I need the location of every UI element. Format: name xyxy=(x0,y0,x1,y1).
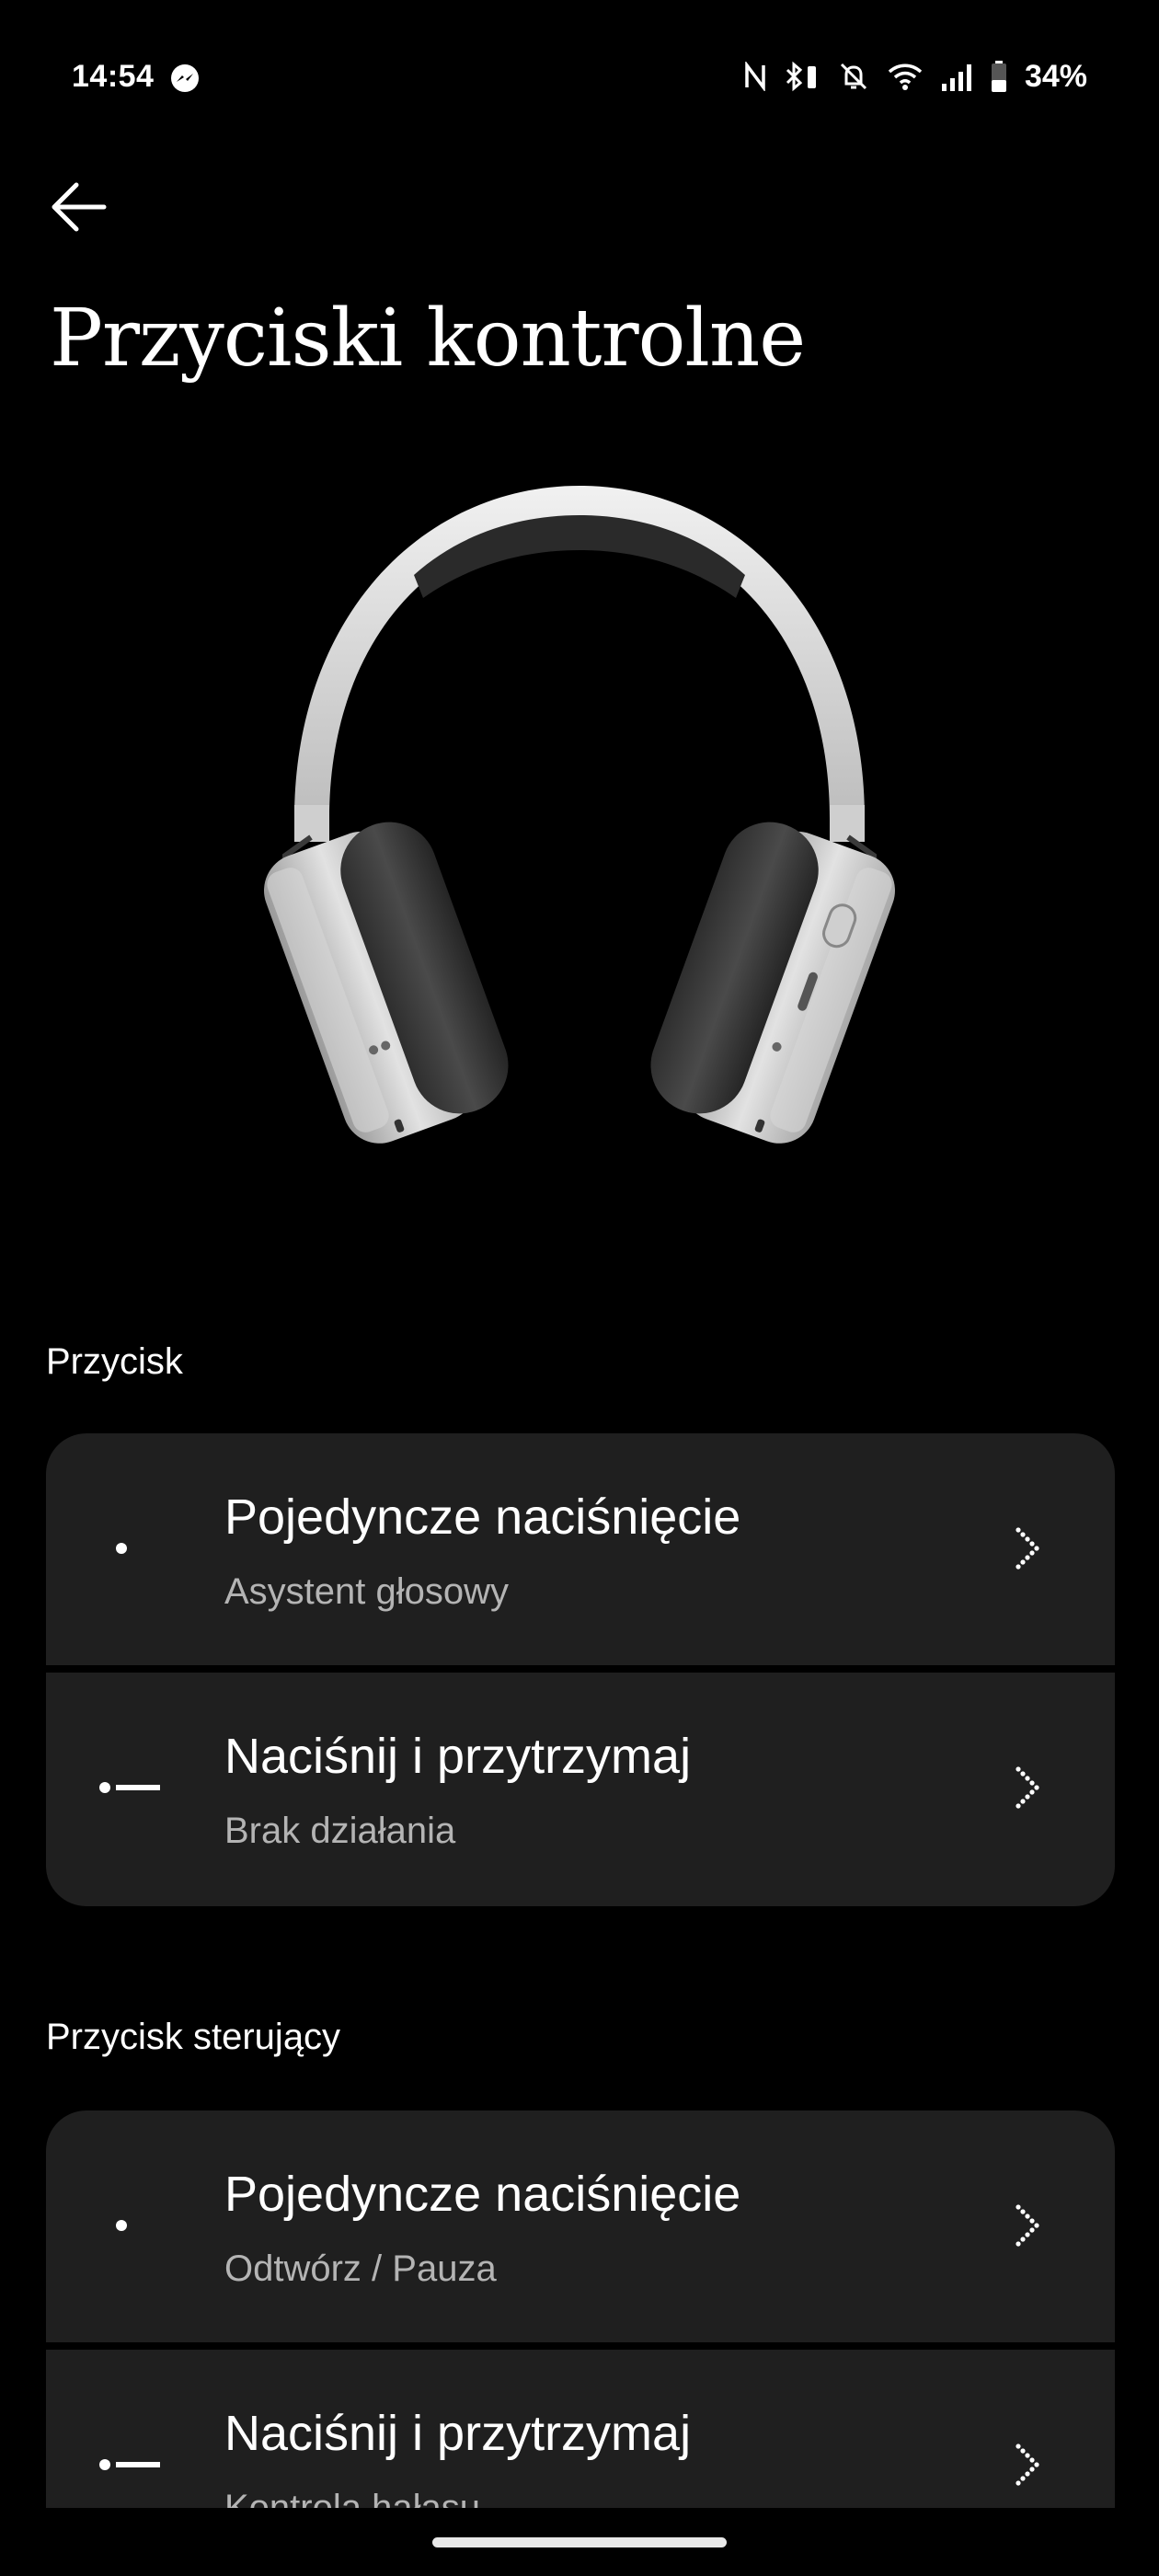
battery-icon xyxy=(991,61,1006,92)
nfc-icon xyxy=(745,62,765,91)
row-title: Pojedyncze naciśnięcie xyxy=(224,2167,741,2222)
row-subtitle: Asystent głosowy xyxy=(224,1571,510,1612)
single-press-row[interactable]: Pojedyncze naciśnięcie Asystent głosowy xyxy=(46,1433,1115,1665)
page-title: Przyciski kontrolne xyxy=(50,293,806,385)
section-heading-przycisk-sterujacy: Przycisk sterujący xyxy=(46,2017,341,2057)
single-press-icon xyxy=(116,1543,127,1554)
press-hold-icon xyxy=(99,1782,160,1793)
chevron-right-icon xyxy=(1016,1766,1039,1809)
press-hold-row[interactable]: Naciśnij i przytrzymaj Brak działania xyxy=(46,1673,1115,1904)
messenger-icon xyxy=(171,64,199,92)
button-actions-card: Pojedyncze naciśnięcie Asystent głosowy … xyxy=(46,1433,1115,1906)
row-title: Naciśnij i przytrzymaj xyxy=(224,1729,692,1784)
bell-off-icon xyxy=(840,63,866,90)
divider xyxy=(46,1665,1115,1673)
back-button[interactable] xyxy=(37,166,120,248)
section-heading-przycisk: Przycisk xyxy=(46,1341,183,1382)
battery-percent: 34% xyxy=(1024,58,1087,94)
single-press-row[interactable]: Pojedyncze naciśnięcie Odtwórz / Pauza xyxy=(46,2110,1115,2342)
chevron-right-icon xyxy=(1016,2444,1039,2486)
signal-icon xyxy=(941,64,971,91)
row-title: Naciśnij i przytrzymaj xyxy=(224,2406,692,2461)
wifi-icon xyxy=(888,63,923,90)
row-subtitle: Odtwórz / Pauza xyxy=(224,2248,497,2289)
status-icons: 34% xyxy=(743,57,1087,96)
status-time: 14:54 xyxy=(72,59,155,94)
bluetooth-battery-icon xyxy=(786,61,816,92)
chevron-right-icon xyxy=(1016,2204,1039,2247)
status-bar: 14:54 34% xyxy=(0,0,1159,156)
headphones-image xyxy=(264,486,895,1144)
row-subtitle: Brak działania xyxy=(224,1811,456,1851)
control-button-actions-card: Pojedyncze naciśnięcie Odtwórz / Pauza N… xyxy=(46,2110,1115,2576)
chevron-right-icon xyxy=(1016,1527,1039,1570)
divider xyxy=(46,2342,1115,2350)
arrow-left-icon xyxy=(52,182,107,232)
home-indicator[interactable] xyxy=(432,2537,727,2547)
single-press-icon xyxy=(116,2220,127,2231)
row-title: Pojedyncze naciśnięcie xyxy=(224,1489,741,1545)
press-hold-icon xyxy=(99,2459,160,2470)
